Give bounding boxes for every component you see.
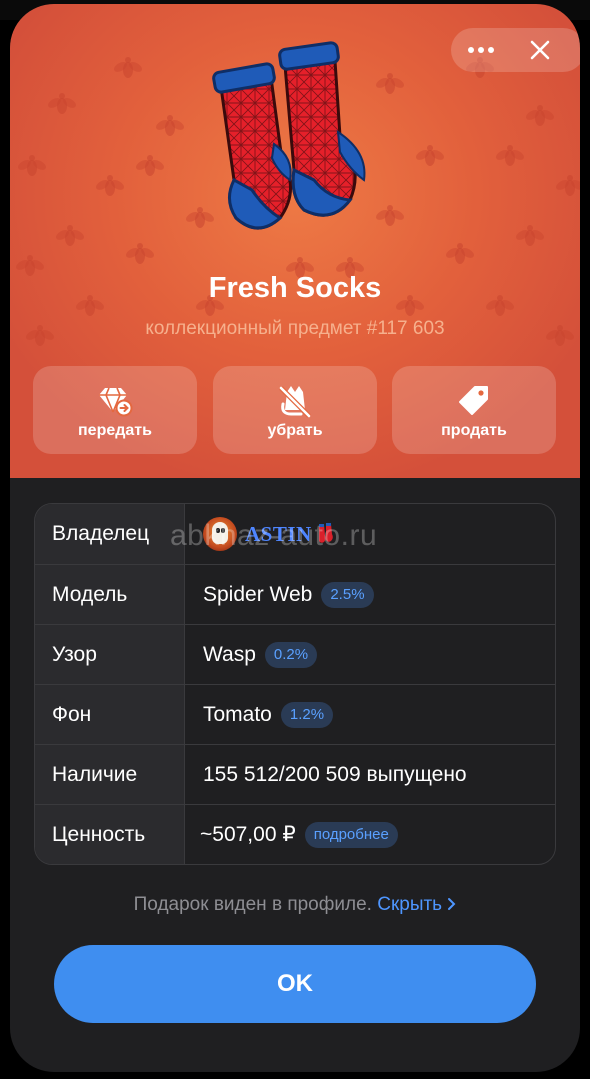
price-tag-icon: [459, 386, 488, 415]
value-label: Ценность: [35, 805, 185, 864]
hide-link-label: Скрыть: [377, 894, 443, 915]
pattern-label: Узор: [35, 625, 185, 684]
gift-hero: Fresh Socks коллекционный предмет #117 6…: [10, 4, 580, 478]
gift-transfer-icon: [99, 387, 133, 417]
watermark: abkhaz-auto.ru: [170, 519, 378, 552]
gift-title: Fresh Socks: [208, 272, 382, 304]
model-row: Модель Spider Web 2.5%: [35, 564, 555, 624]
value-cell: ~507,00 ₽ подробнее: [185, 805, 555, 864]
availability-value: 155 512/200 509 выпущено: [203, 762, 467, 786]
hide-gift-icon: [279, 386, 311, 418]
close-icon: [530, 40, 550, 60]
gift-details-table: Владелец ASTIN Модель Spider Web 2.5% Уз…: [34, 503, 556, 865]
visibility-text: Подарок виден в профиле.: [133, 894, 372, 915]
hide-label: убрать: [267, 422, 323, 439]
model-value: Spider Web: [203, 582, 313, 606]
model-value-cell[interactable]: Spider Web 2.5%: [185, 565, 555, 624]
header-controls: [451, 28, 580, 72]
owner-label: Владелец: [35, 504, 185, 564]
gift-sheet: Fresh Socks коллекционный предмет #117 6…: [10, 4, 580, 1072]
ok-button[interactable]: OK: [54, 945, 536, 1023]
pattern-rarity-badge: 0.2%: [264, 641, 318, 668]
more-button[interactable]: [451, 28, 511, 72]
pattern-row: Узор Wasp 0.2%: [35, 624, 555, 684]
transfer-button[interactable]: передать: [33, 366, 197, 454]
model-rarity-badge: 2.5%: [321, 581, 374, 608]
backdrop-value-cell[interactable]: Tomato 1.2%: [185, 685, 555, 744]
close-button[interactable]: [515, 28, 565, 72]
backdrop-label: Фон: [35, 685, 185, 744]
pattern-value: Wasp: [203, 642, 256, 666]
availability-label: Наличие: [35, 745, 185, 804]
backdrop-value: Tomato: [203, 702, 272, 726]
chevron-right-icon: [448, 898, 456, 910]
availability-row: Наличие 155 512/200 509 выпущено: [35, 744, 555, 804]
more-horizontal-icon: [468, 47, 494, 53]
value-details-link[interactable]: подробнее: [304, 821, 398, 848]
backdrop-row: Фон Tomato 1.2%: [35, 684, 555, 744]
sell-label: продать: [441, 422, 507, 439]
value-row: Ценность ~507,00 ₽ подробнее: [35, 804, 555, 864]
sell-button[interactable]: продать: [392, 366, 556, 454]
transfer-label: передать: [78, 422, 152, 439]
backdrop-rarity-badge: 1.2%: [280, 701, 334, 728]
gift-subtitle: коллекционный предмет #117 603: [145, 318, 445, 339]
hide-button[interactable]: убрать: [213, 366, 377, 454]
socks-icon: [212, 41, 366, 230]
hide-link[interactable]: Скрыть: [377, 894, 456, 915]
value-amount: ~507,00 ₽: [200, 823, 296, 846]
model-label: Модель: [35, 565, 185, 624]
visibility-note: Подарок виден в профиле. Скрыть: [10, 894, 580, 916]
pattern-value-cell[interactable]: Wasp 0.2%: [185, 625, 555, 684]
